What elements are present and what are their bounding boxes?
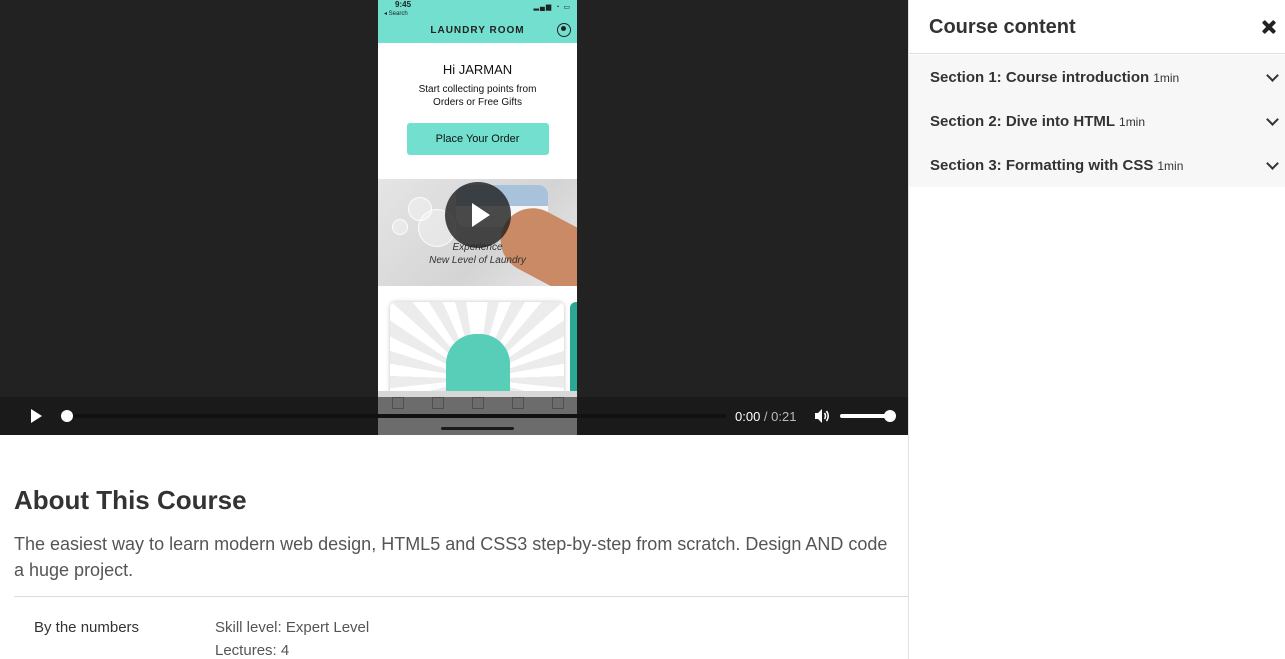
volume-handle[interactable] bbox=[884, 410, 896, 422]
section-title-text: Section 1: Course introduction bbox=[930, 69, 1150, 86]
close-icon[interactable] bbox=[1260, 18, 1278, 36]
skill-level-stat: Skill level: Expert Level bbox=[215, 619, 370, 636]
section-title: Section 1: Course introduction 1min bbox=[930, 69, 1179, 86]
section-title-text: Section 3: Formatting with CSS bbox=[930, 157, 1154, 174]
seek-handle[interactable] bbox=[61, 410, 73, 422]
about-course-title: About This Course bbox=[14, 485, 247, 515]
chevron-down-icon[interactable] bbox=[1266, 69, 1279, 82]
phone-subtitle-line2: Orders or Free Gifts bbox=[433, 97, 522, 108]
section-title: Section 2: Dive into HTML 1min bbox=[930, 113, 1145, 130]
phone-status-time: 9:45 bbox=[395, 0, 412, 9]
seek-bar[interactable] bbox=[61, 410, 726, 422]
section-duration: 1min bbox=[1153, 71, 1180, 85]
big-play-button[interactable] bbox=[445, 182, 511, 248]
signal-wifi-battery-icon: ▂▄▆ ◔ ▭ bbox=[533, 4, 571, 11]
volume-icon[interactable] bbox=[813, 407, 831, 425]
phone-subtitle: Start collecting points from Orders or F… bbox=[378, 83, 577, 109]
chevron-down-icon[interactable] bbox=[1266, 157, 1279, 170]
section-item-3[interactable]: Section 3: Formatting with CSS 1min bbox=[909, 143, 1285, 187]
section-title-text: Section 2: Dive into HTML bbox=[930, 113, 1116, 130]
panel-header: Course content bbox=[909, 0, 1285, 54]
section-item-1[interactable]: Section 1: Course introduction 1min bbox=[909, 55, 1285, 99]
profile-icon bbox=[557, 23, 571, 37]
time-current: 0:00 bbox=[735, 409, 761, 424]
panel-title: Course content bbox=[929, 16, 1076, 38]
lectures-stat: Lectures: 4 bbox=[215, 642, 290, 659]
time-total: 0:21 bbox=[771, 409, 797, 424]
video-player[interactable]: 9:45 ◂ Search ▂▄▆ ◔ ▭ LAUNDRY ROOM Hi JA… bbox=[0, 0, 908, 435]
phone-brand-logo: LAUNDRY ROOM bbox=[430, 25, 525, 36]
about-course-description: The easiest way to learn modern web desi… bbox=[14, 534, 888, 580]
by-the-numbers-label: By the numbers bbox=[34, 619, 140, 636]
phone-greeting: Hi JARMAN bbox=[442, 62, 513, 77]
section-duration: 1min bbox=[1157, 159, 1184, 173]
phone-greeting-block: Hi JARMAN Start collecting points from O… bbox=[378, 43, 577, 155]
course-content-panel: Course content Section 1: Course introdu… bbox=[908, 0, 1285, 659]
video-controls: 0:00 / 0:21 bbox=[0, 397, 908, 435]
volume-slider[interactable] bbox=[840, 410, 896, 422]
phone-app-header: LAUNDRY ROOM bbox=[378, 20, 577, 43]
chevron-down-icon[interactable] bbox=[1266, 113, 1279, 126]
time-display: 0:00 / 0:21 bbox=[735, 409, 796, 424]
phone-subtitle-line1: Start collecting points from bbox=[418, 84, 537, 95]
banner-caption-line2: New Level of Laundry bbox=[429, 255, 526, 266]
phone-status-back: ◂ Search bbox=[384, 11, 408, 17]
section-item-2[interactable]: Section 2: Dive into HTML 1min bbox=[909, 99, 1285, 143]
phone-place-order-button: Place Your Order bbox=[406, 123, 549, 155]
page: 9:45 ◂ Search ▂▄▆ ◔ ▭ LAUNDRY ROOM Hi JA… bbox=[0, 0, 1285, 659]
phone-status-bar: 9:45 ◂ Search ▂▄▆ ◔ ▭ bbox=[378, 0, 577, 20]
play-button[interactable] bbox=[24, 406, 44, 426]
time-separator: / bbox=[760, 409, 772, 424]
bubble-decoration bbox=[392, 219, 408, 235]
section-duration: 1min bbox=[1119, 115, 1146, 129]
divider bbox=[14, 596, 908, 597]
section-title: Section 3: Formatting with CSS 1min bbox=[930, 157, 1183, 174]
